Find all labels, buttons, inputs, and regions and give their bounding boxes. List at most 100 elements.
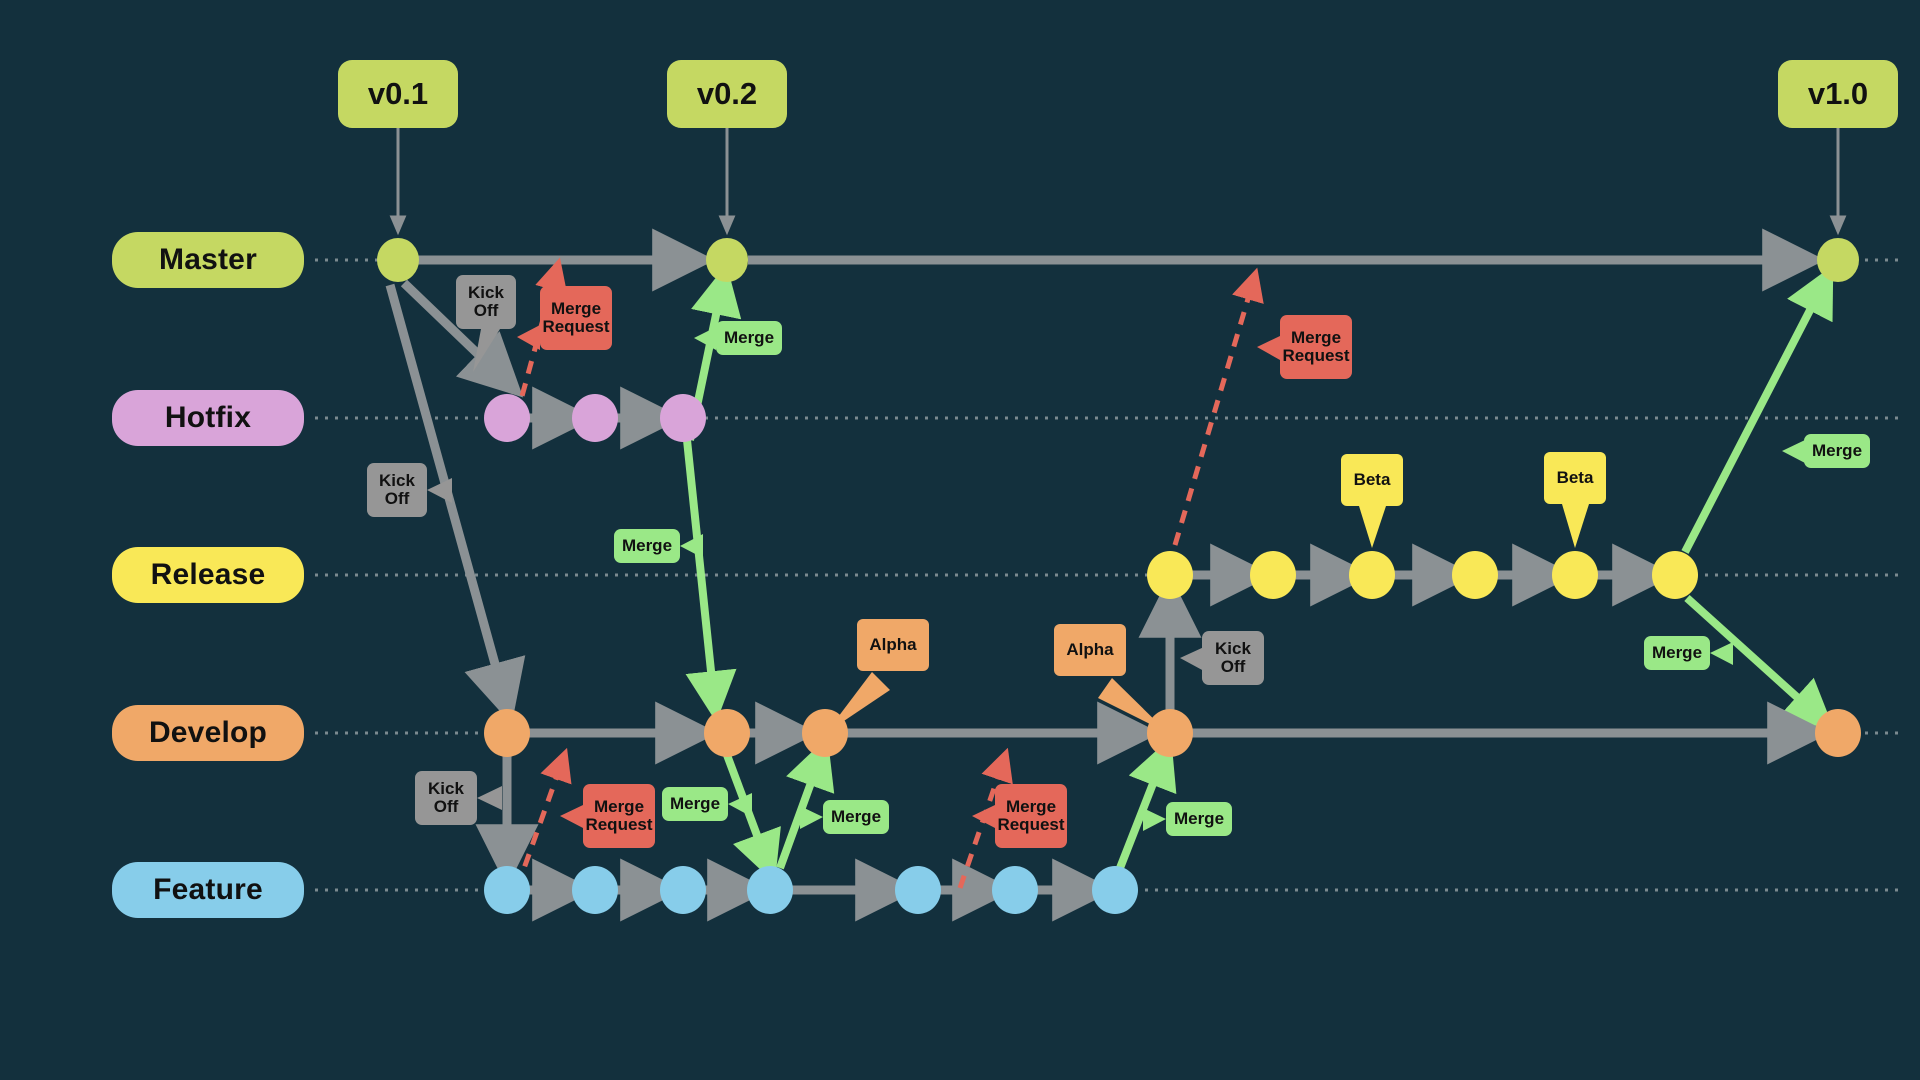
- callout-beta-1[interactable]: Beta: [1341, 454, 1403, 506]
- callout-line-2: Off: [433, 797, 459, 816]
- callout-kickoff-hotfix[interactable]: Kick Off: [456, 275, 516, 329]
- callout-line-2: Request: [997, 815, 1065, 834]
- commit-node-release-1[interactable]: [1147, 551, 1193, 599]
- commit-node-feature-4[interactable]: [747, 866, 793, 914]
- lane-label-master[interactable]: Master: [112, 232, 304, 288]
- tail-beta-2: [1562, 504, 1589, 548]
- callout-beta-2[interactable]: Beta: [1544, 452, 1606, 504]
- callout-line-1: Beta: [1556, 467, 1594, 487]
- merge-hotfix-to-develop: [683, 439, 737, 723]
- callout-line-1: Merge: [830, 806, 882, 826]
- merge-request-release-to-master: [1172, 267, 1264, 546]
- lane-label-feature[interactable]: Feature: [112, 862, 304, 918]
- lane-label-develop[interactable]: Develop: [112, 705, 304, 761]
- lane-label-feature-text: Feature: [153, 873, 263, 906]
- commit-node-hotfix-2[interactable]: [572, 394, 618, 442]
- tail-merge-release-master: [1782, 440, 1805, 463]
- callout-line-1: Alpha: [869, 634, 917, 654]
- commit-node-develop-5[interactable]: [1815, 709, 1861, 757]
- commit-node-release-6[interactable]: [1652, 551, 1698, 599]
- callout-merge-request-hotfix-master[interactable]: Merge Request: [540, 286, 612, 350]
- callout-merge-hotfix-master[interactable]: Merge: [716, 321, 782, 355]
- callout-line-2: Request: [542, 317, 610, 336]
- callout-merge-release-develop[interactable]: Merge: [1644, 636, 1710, 670]
- tail-merge-release-develop: [1710, 642, 1733, 665]
- commit-node-hotfix-1[interactable]: [484, 394, 530, 442]
- callout-line-1: Kick: [468, 282, 504, 302]
- commit-node-develop-4[interactable]: [1147, 709, 1193, 757]
- callout-line-1: Alpha: [1066, 639, 1114, 659]
- commit-node-feature-1[interactable]: [484, 866, 530, 914]
- commit-node-master-3[interactable]: [1817, 238, 1859, 282]
- commit-node-feature-6[interactable]: [992, 866, 1038, 914]
- commit-node-hotfix-3[interactable]: [660, 394, 706, 442]
- callout-line-1: Merge: [1290, 327, 1342, 347]
- version-tag-arrows: [389, 128, 1847, 236]
- version-tag-v02-text: v0.2: [696, 76, 758, 111]
- tail-kickoff-develop: [427, 478, 452, 503]
- commit-node-release-2[interactable]: [1250, 551, 1296, 599]
- tail-merge-hotfix-master: [694, 327, 716, 350]
- callout-line-1: Merge: [1005, 796, 1057, 816]
- callout-kickoff-release[interactable]: Kick Off: [1202, 631, 1264, 685]
- callout-line-1: Merge: [593, 796, 645, 816]
- tail-beta-1: [1359, 506, 1386, 548]
- lane-label-hotfix[interactable]: Hotfix: [112, 390, 304, 446]
- callout-merge-request-feature-develop-2[interactable]: Merge Request: [995, 784, 1067, 848]
- callout-line-2: Off: [1220, 657, 1246, 676]
- commit-node-feature-7[interactable]: [1092, 866, 1138, 914]
- tail-mr-release: [1257, 336, 1280, 360]
- callout-line-2: Request: [1282, 346, 1350, 365]
- commit-node-develop-2[interactable]: [704, 709, 750, 757]
- callout-line-1: Merge: [1173, 808, 1225, 828]
- commit-node-feature-5[interactable]: [895, 866, 941, 914]
- callout-line-1: Merge: [669, 793, 721, 813]
- commit-node-release-5[interactable]: [1552, 551, 1598, 599]
- lane-label-master-text: Master: [159, 243, 257, 276]
- commit-node-develop-1[interactable]: [484, 709, 530, 757]
- commit-node-develop-3[interactable]: [802, 709, 848, 757]
- callout-line-1: Kick: [1215, 638, 1251, 658]
- merge-feature-to-develop-2: [1116, 737, 1177, 870]
- tail-mr-feature-1: [560, 805, 583, 828]
- lane-label-hotfix-text: Hotfix: [164, 401, 252, 434]
- version-tag-v01[interactable]: v0.1: [338, 60, 458, 128]
- commit-node-release-4[interactable]: [1452, 551, 1498, 599]
- callout-kickoff-develop[interactable]: Kick Off: [367, 463, 427, 517]
- callout-kickoff-feature[interactable]: Kick Off: [415, 771, 477, 825]
- callout-line-1: Kick: [379, 470, 415, 490]
- callout-line-2: Request: [585, 815, 653, 834]
- callout-alpha-2[interactable]: Alpha: [1054, 624, 1126, 676]
- tail-kickoff-feature: [477, 786, 502, 810]
- version-tag-v02[interactable]: v0.2: [667, 60, 787, 128]
- callout-merge-request-release-master[interactable]: Merge Request: [1280, 315, 1352, 379]
- lane-label-release[interactable]: Release: [112, 547, 304, 603]
- callout-line-2: Off: [473, 301, 499, 320]
- callout-line-2: Off: [384, 489, 410, 508]
- callout-line-1: Merge: [1811, 440, 1863, 460]
- merge-request-feature-to-develop-1: [514, 747, 572, 889]
- commit-node-feature-3[interactable]: [660, 866, 706, 914]
- lane-label-develop-text: Develop: [148, 716, 268, 749]
- version-tag-v10-text: v1.0: [1807, 76, 1869, 111]
- callout-line-1: Merge: [621, 535, 673, 555]
- callout-merge-feature-develop-1[interactable]: Merge: [662, 787, 728, 821]
- tail-mr-feature-2: [972, 805, 995, 828]
- callout-merge-release-master[interactable]: Merge: [1804, 434, 1870, 468]
- commit-node-master-1[interactable]: [377, 238, 419, 282]
- version-tag-v10[interactable]: v1.0: [1778, 60, 1898, 128]
- commit-node-feature-2[interactable]: [572, 866, 618, 914]
- gitflow-diagram: Master Hotfix Release Develop Feature v0…: [0, 0, 1920, 1080]
- callout-line-1: Beta: [1353, 469, 1391, 489]
- commit-node-release-3[interactable]: [1349, 551, 1395, 599]
- callout-alpha-1[interactable]: Alpha: [857, 619, 929, 671]
- tail-merge-hotfix-develop: [680, 534, 703, 558]
- callout-merge-hotfix-develop[interactable]: Merge: [614, 529, 680, 563]
- callout-merge-feature-develop-2[interactable]: Merge: [1166, 802, 1232, 836]
- callout-merge-develop-feature[interactable]: Merge: [823, 800, 889, 834]
- tail-merge-feature-2: [800, 806, 823, 829]
- tail-mr-hotfix: [517, 325, 540, 350]
- commit-node-master-2[interactable]: [706, 238, 748, 282]
- tail-kickoff-release: [1180, 647, 1204, 671]
- callout-merge-request-feature-develop-1[interactable]: Merge Request: [583, 784, 655, 848]
